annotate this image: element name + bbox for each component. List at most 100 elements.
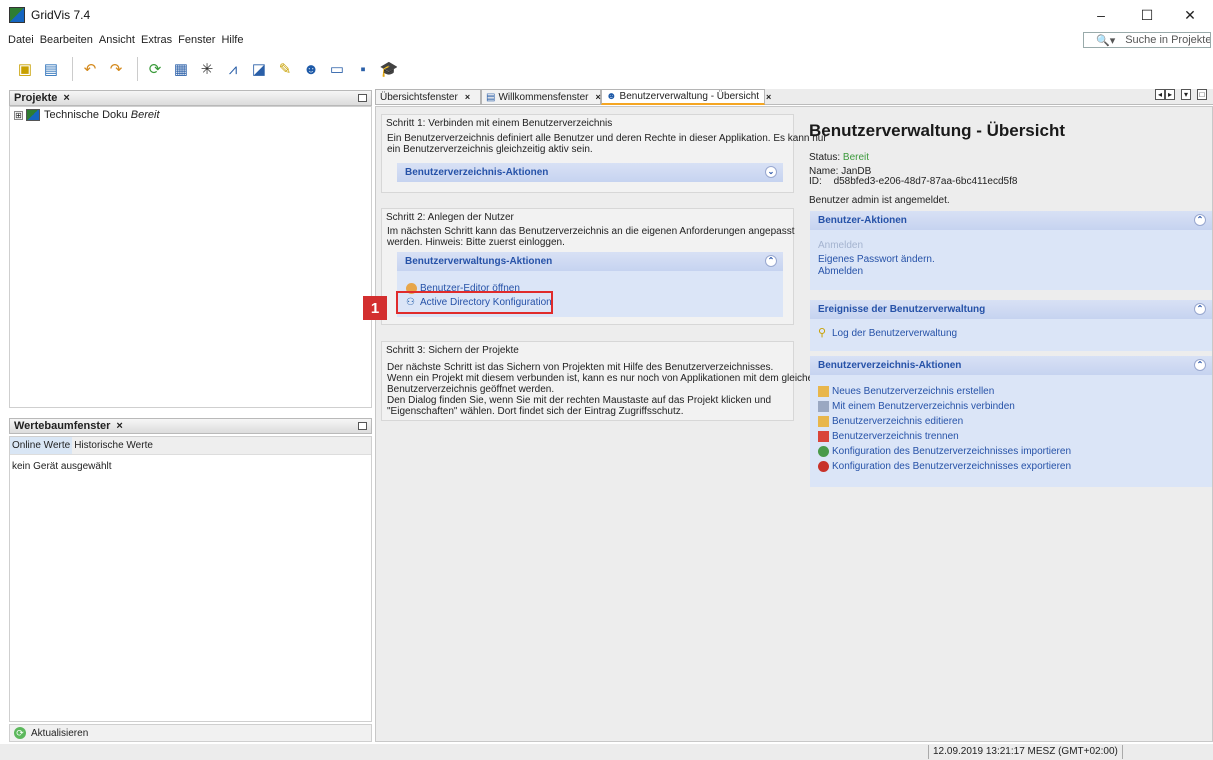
link-label: Mit einem Benutzerverzeichnis verbinden (832, 401, 1015, 412)
tab-label: Übersichtsfenster (380, 91, 458, 103)
collapse-chevron-icon[interactable]: ⌃ (765, 255, 777, 267)
tab-list-icon[interactable]: ▾ (1181, 89, 1191, 100)
gridvis-app-icon (9, 7, 25, 23)
tab-close-icon[interactable]: × (595, 92, 600, 102)
status-label: Status: (809, 152, 841, 163)
link-label: Konfiguration des Benutzerverzeichnisses… (832, 446, 1072, 457)
connect-directory-link[interactable]: Mit einem Benutzerverzeichnis verbinden (818, 401, 1015, 412)
search-icon: 🔍▾ (1096, 34, 1116, 47)
step3-title: Schritt 3: Sichern der Projekte (386, 345, 519, 356)
minimize-panel-icon[interactable] (358, 94, 367, 102)
search-input[interactable]: 🔍▾ Suche in Projekte (Ctrl+I) (1083, 32, 1211, 48)
link-label: Benutzerverzeichnis trennen (832, 431, 959, 442)
tab-historische-werte[interactable]: Historische Werte (72, 437, 155, 454)
events-header[interactable]: Ereignisse der Benutzerverwaltung ⌃ (810, 300, 1212, 319)
config-icon[interactable]: ✎ (274, 58, 296, 80)
edit-directory-icon (818, 416, 829, 427)
step2-text-line: Im nächsten Schritt kann das Benutzerver… (387, 226, 795, 237)
tab-label: Benutzerverwaltung - Übersicht (619, 91, 760, 102)
minimize-panel-icon[interactable] (358, 422, 367, 430)
collapse-chevron-icon[interactable]: ⌃ (1194, 303, 1206, 315)
log-link[interactable]: ⚲ Log der Benutzerverwaltung (818, 327, 957, 340)
project-icon (26, 109, 40, 121)
id-value: d58bfed3-e206-48d7-87aa-6bc411ecd5f8 (833, 176, 1018, 187)
step2-group-header[interactable]: Benutzerverwaltungs-Aktionen ⌃ (397, 252, 783, 271)
refresh-icon: ⟳ (14, 727, 26, 739)
link-label: Konfiguration des Benutzerverzeichnisses… (832, 461, 1072, 472)
refresh-icon[interactable]: ⟳ (144, 58, 166, 80)
abmelden-link[interactable]: Abmelden (818, 266, 863, 277)
close-button[interactable]: ✕ (1167, 0, 1213, 30)
step3-section: Schritt 3: Sichern der Projekte Der näch… (381, 341, 819, 421)
maximize-button[interactable]: ☐ (1124, 0, 1170, 30)
import-config-link[interactable]: Konfiguration des Benutzerverzeichnisses… (818, 446, 1071, 457)
user-management-icon[interactable]: ☻ (300, 58, 322, 80)
link-label: Benutzerverzeichnis editieren (832, 416, 964, 427)
undo-icon[interactable]: ↶ (79, 58, 101, 80)
step1-title: Schritt 1: Verbinden mit einem Benutzerv… (386, 118, 613, 129)
tab-online-werte[interactable]: Online Werte (10, 437, 73, 454)
tree-item-technische-doku[interactable]: ⊞ Technische Doku Bereit (14, 109, 160, 121)
scroll-left-icon[interactable]: ◂ (1155, 89, 1165, 100)
minimize-button[interactable]: – (1078, 0, 1124, 30)
export-icon[interactable]: ▪ (352, 58, 374, 80)
menu-bearbeiten[interactable]: Bearbeiten (40, 34, 93, 46)
edit-directory-link[interactable]: Benutzerverzeichnis editieren (818, 416, 963, 427)
werte-panel-header: Wertebaumfenster × (9, 418, 372, 434)
project-status: Bereit (130, 109, 160, 121)
collapse-chevron-icon[interactable]: ⌃ (1194, 359, 1206, 371)
redo-icon[interactable]: ↷ (105, 58, 127, 80)
window-title: GridVis 7.4 (31, 8, 91, 22)
title-bar: GridVis 7.4 – ☐ ✕ (0, 0, 1213, 30)
disconnect-directory-icon (818, 431, 829, 442)
expand-chevron-icon[interactable]: ⌄ (765, 166, 777, 178)
menu-extras[interactable]: Extras (141, 34, 172, 46)
werte-panel-close-icon[interactable]: × (116, 420, 122, 432)
menu-fenster[interactable]: Fenster (178, 34, 215, 46)
tab-close-icon[interactable]: × (465, 92, 470, 102)
export-config-link[interactable]: Konfiguration des Benutzerverzeichnisses… (818, 461, 1071, 472)
menu-datei[interactable]: Datei (8, 34, 34, 46)
maximize-editor-icon[interactable]: □ (1197, 89, 1207, 100)
tab-uebersichtsfenster[interactable]: Übersichtsfenster × (375, 89, 481, 105)
save-icon[interactable]: ▤ (40, 58, 62, 80)
tab-close-icon[interactable]: × (766, 92, 771, 102)
tab-willkommensfenster[interactable]: ▤ Willkommensfenster × (481, 89, 601, 105)
topology-icon[interactable]: ✳ (196, 58, 218, 80)
project-name: Technische Doku (44, 109, 128, 121)
toolbar-separator (72, 57, 73, 81)
step1-group-header[interactable]: Benutzerverzeichnis-Aktionen ⌄ (397, 163, 783, 182)
import-icon (818, 446, 829, 457)
academy-icon[interactable]: 🎓 (378, 58, 400, 80)
user-actions-header[interactable]: Benutzer-Aktionen ⌃ (810, 211, 1212, 230)
open-project-icon[interactable]: ▣ (14, 58, 36, 80)
scroll-right-icon[interactable]: ▸ (1165, 89, 1175, 100)
editor-tab-bar: Übersichtsfenster × ▤ Willkommensfenster… (375, 89, 1213, 105)
new-directory-link[interactable]: Neues Benutzerverzeichnis erstellen (818, 386, 994, 397)
step1-group-title: Benutzerverzeichnis-Aktionen (405, 167, 549, 178)
log-search-icon: ⚲ (818, 327, 827, 339)
expand-icon[interactable]: ⊞ (14, 110, 23, 120)
disconnect-directory-link[interactable]: Benutzerverzeichnis trennen (818, 431, 959, 442)
report-icon[interactable]: ◪ (248, 58, 270, 80)
tab-benutzerverwaltung[interactable]: ☻ Benutzerverwaltung - Übersicht × (601, 89, 771, 105)
step3-text-line: Den Dialog finden Sie, wenn Sie mit der … (387, 395, 772, 406)
menu-ansicht[interactable]: Ansicht (99, 34, 135, 46)
device-icon[interactable]: ▦ (170, 58, 192, 80)
database-icon[interactable]: ▭ (326, 58, 348, 80)
status-bar: 12.09.2019 13:21:17 MESZ (GMT+02:00) (0, 744, 1213, 760)
collapse-chevron-icon[interactable]: ⌃ (1194, 214, 1206, 226)
anmelden-link[interactable]: Anmelden (818, 240, 863, 251)
directory-actions-header[interactable]: Benutzerverzeichnis-Aktionen ⌃ (810, 356, 1212, 375)
change-password-link[interactable]: Eigenes Passwort ändern. (818, 254, 935, 265)
projects-panel-close-icon[interactable]: × (63, 92, 69, 104)
logged-in-text: Benutzer admin ist angemeldet. (809, 195, 950, 206)
menu-hilfe[interactable]: Hilfe (221, 34, 243, 46)
status-line: Status: Bereit (809, 152, 869, 163)
page-title: Benutzerverwaltung - Übersicht (809, 121, 1065, 140)
graph-icon[interactable]: ⩘ (222, 58, 244, 80)
refresh-button[interactable]: ⟳ Aktualisieren (9, 724, 372, 742)
main-toolbar: ▣ ▤ ↶ ↷ ⟳ ▦ ✳ ⩘ ◪ ✎ ☻ ▭ ▪ 🎓 (0, 52, 1213, 86)
search-placeholder: Suche in Projekte (Ctrl+I) (1125, 34, 1211, 46)
id-line: ID: d58bfed3-e206-48d7-87aa-6bc411ecd5f8 (809, 176, 1017, 187)
